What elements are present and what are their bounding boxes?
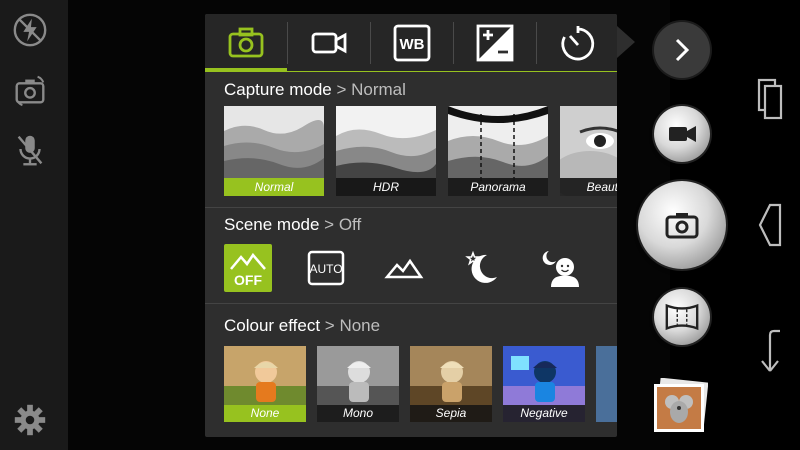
scene-night-portrait-button[interactable] <box>536 244 584 292</box>
divider <box>205 303 617 304</box>
settings-gear-icon[interactable] <box>8 398 52 442</box>
rotate-button[interactable] <box>752 326 788 376</box>
capture-mode-list[interactable]: Normal HDR Panorama Beautiful <box>224 106 617 196</box>
colour-effect-title: Colour effect > None <box>224 316 381 335</box>
colour-effect-negative[interactable]: Negative <box>503 346 585 422</box>
capture-mode-normal[interactable]: Normal <box>224 106 324 196</box>
panorama-mode-icon <box>665 303 699 331</box>
mic-off-icon[interactable] <box>8 128 52 172</box>
camera-settings-panel: WB Capture mode > Normal Normal HDR Pano… <box>205 14 617 437</box>
camera-screen: WB Capture mode > Normal Normal HDR Pano… <box>0 0 800 450</box>
capture-mode-hdr[interactable]: HDR <box>336 106 436 196</box>
colour-effect-next[interactable] <box>596 346 617 422</box>
tab-white-balance[interactable]: WB <box>371 14 453 72</box>
back-button[interactable] <box>752 200 788 250</box>
video-record-icon <box>669 126 696 142</box>
colour-effect-none[interactable]: None <box>224 346 306 422</box>
capture-mode-panorama[interactable]: Panorama <box>448 106 548 196</box>
capture-mode-title: Capture mode > Normal <box>224 80 406 99</box>
capture-mode-value: Normal <box>351 80 406 99</box>
video-record-button[interactable] <box>654 106 710 162</box>
svg-text:WB: WB <box>400 36 425 53</box>
shutter-camera-icon <box>665 213 699 239</box>
chevron-right-icon <box>675 38 690 62</box>
colour-effect-sepia[interactable]: Sepia <box>410 346 492 422</box>
scene-night-button[interactable] <box>458 244 506 292</box>
recent-apps-icon <box>757 78 783 120</box>
recent-apps-button[interactable] <box>752 74 788 124</box>
timer-icon <box>561 26 595 61</box>
expand-menu-button[interactable] <box>654 22 710 78</box>
wb-icon: WB <box>393 24 431 62</box>
flash-off-icon[interactable] <box>8 8 52 52</box>
left-quick-settings-rail <box>0 0 68 450</box>
gallery-thumbnail[interactable] <box>652 377 709 434</box>
tab-camera-settings[interactable] <box>205 14 287 72</box>
panel-pointer <box>617 26 635 58</box>
divider <box>205 207 617 208</box>
system-nav-bar <box>740 0 800 450</box>
landscape-icon <box>384 258 424 279</box>
exposure-icon <box>476 24 514 62</box>
camera-icon <box>228 27 264 58</box>
colour-effect-value: None <box>339 316 381 335</box>
svg-text:AUTO: AUTO <box>309 262 342 276</box>
tab-exposure[interactable] <box>454 14 536 72</box>
scene-off-button[interactable]: OFF <box>224 244 272 292</box>
scene-landscape-button[interactable] <box>380 244 428 292</box>
colour-effect-mono[interactable]: Mono <box>317 346 399 422</box>
scene-mode-value: Off <box>338 215 362 234</box>
scene-mode-title: Scene mode > Off <box>224 215 362 234</box>
shutter-button[interactable] <box>638 181 726 269</box>
tab-video-settings[interactable] <box>288 14 370 72</box>
scene-off-icon: OFF <box>230 252 266 288</box>
night-icon <box>465 250 497 283</box>
switch-camera-icon[interactable] <box>8 68 52 112</box>
rotate-icon <box>761 329 780 372</box>
tab-timer[interactable] <box>537 14 617 72</box>
svg-text:OFF: OFF <box>234 272 262 288</box>
capture-mode-beautiful[interactable]: Beautiful <box>560 106 617 196</box>
panorama-mode-button[interactable] <box>654 289 710 345</box>
back-icon <box>758 203 782 247</box>
tab-underline <box>205 71 617 72</box>
colour-effect-list[interactable]: None Mono Sepia Negative <box>224 346 617 422</box>
video-camera-icon <box>311 32 347 54</box>
night-portrait-icon <box>542 251 579 287</box>
scene-auto-icon: AUTO <box>307 250 345 286</box>
settings-tab-bar: WB <box>205 14 617 72</box>
scene-auto-button[interactable]: AUTO <box>302 244 350 292</box>
